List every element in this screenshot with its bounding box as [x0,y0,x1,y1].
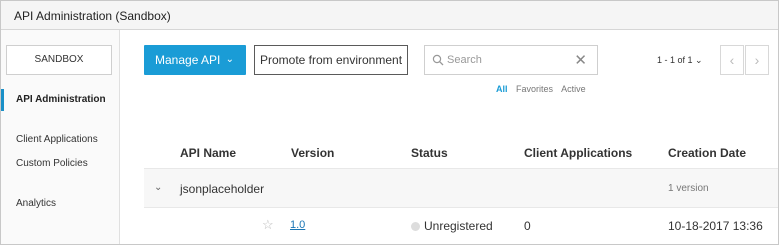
client-applications-count: 0 [524,219,531,233]
table-header: API Name Version Status Client Applicati… [144,138,778,168]
sidebar-item-label: Client Applications [16,134,98,145]
manage-api-label: Manage API [155,53,221,67]
previous-page-button[interactable]: ‹ [720,45,744,75]
star-icon[interactable]: ☆ [262,217,274,233]
chevron-down-icon[interactable]: ⌄ [154,182,162,193]
status-text: Unregistered [424,219,493,233]
column-header-client-applications[interactable]: Client Applications [524,146,632,160]
chevron-right-icon: › [754,52,760,68]
sidebar-item-label: API Administration [16,94,106,105]
title-bar: API Administration (Sandbox) [1,1,778,30]
table-row: ☆ 1.0 Unregistered 0 10-18-2017 13:36 [144,208,778,244]
sidebar-item-api-administration[interactable]: API Administration [1,89,119,111]
filter-active[interactable]: Active [561,84,586,94]
close-icon[interactable]: ✕ [574,51,587,69]
sidebar-item-analytics[interactable]: Analytics [1,193,119,215]
column-header-creation-date[interactable]: Creation Date [668,146,746,160]
chevron-left-icon: ‹ [729,52,735,68]
next-page-button[interactable]: › [745,45,769,75]
sidebar-item-custom-policies[interactable]: Custom Policies [1,153,119,175]
manage-api-button[interactable]: Manage API ⌄ [144,45,246,75]
search-placeholder: Search [447,54,482,66]
column-header-version[interactable]: Version [291,146,334,160]
pagination-range[interactable]: 1 - 1 of 1 ⌄ [657,55,703,66]
chevron-down-icon: ⌄ [695,55,703,65]
promote-from-environment-button[interactable]: Promote from environment [254,45,408,75]
api-group-row[interactable]: ⌄ jsonplaceholder 1 version [144,168,778,208]
main-content: Manage API ⌄ Promote from environment Se… [120,30,778,244]
sidebar-item-label: Analytics [16,198,57,209]
sidebar-item-label: Custom Policies [16,158,88,169]
version-count: 1 version [668,183,709,194]
chevron-down-icon: ⌄ [225,54,234,65]
filter-favorites[interactable]: Favorites [516,84,553,94]
sidebar-item-client-applications[interactable]: Client Applications [1,129,119,151]
creation-date: 10-18-2017 13:36 [668,219,763,233]
column-header-status[interactable]: Status [411,146,448,160]
page-title: API Administration (Sandbox) [14,9,171,23]
pagination-range-label: 1 - 1 of 1 [657,55,693,65]
status-dot-icon [411,222,420,231]
api-name: jsonplaceholder [180,182,265,196]
search-input[interactable]: Search ✕ [424,45,598,75]
version-link[interactable]: 1.0 [290,219,305,231]
environment-selector[interactable]: SANDBOX [6,45,112,75]
column-header-api-name[interactable]: API Name [180,146,236,160]
filter-tabs: All Favorites Active [496,84,592,94]
sidebar: SANDBOX API Administration Client Applic… [1,30,120,244]
filter-all[interactable]: All [496,84,508,94]
search-icon [432,54,444,66]
